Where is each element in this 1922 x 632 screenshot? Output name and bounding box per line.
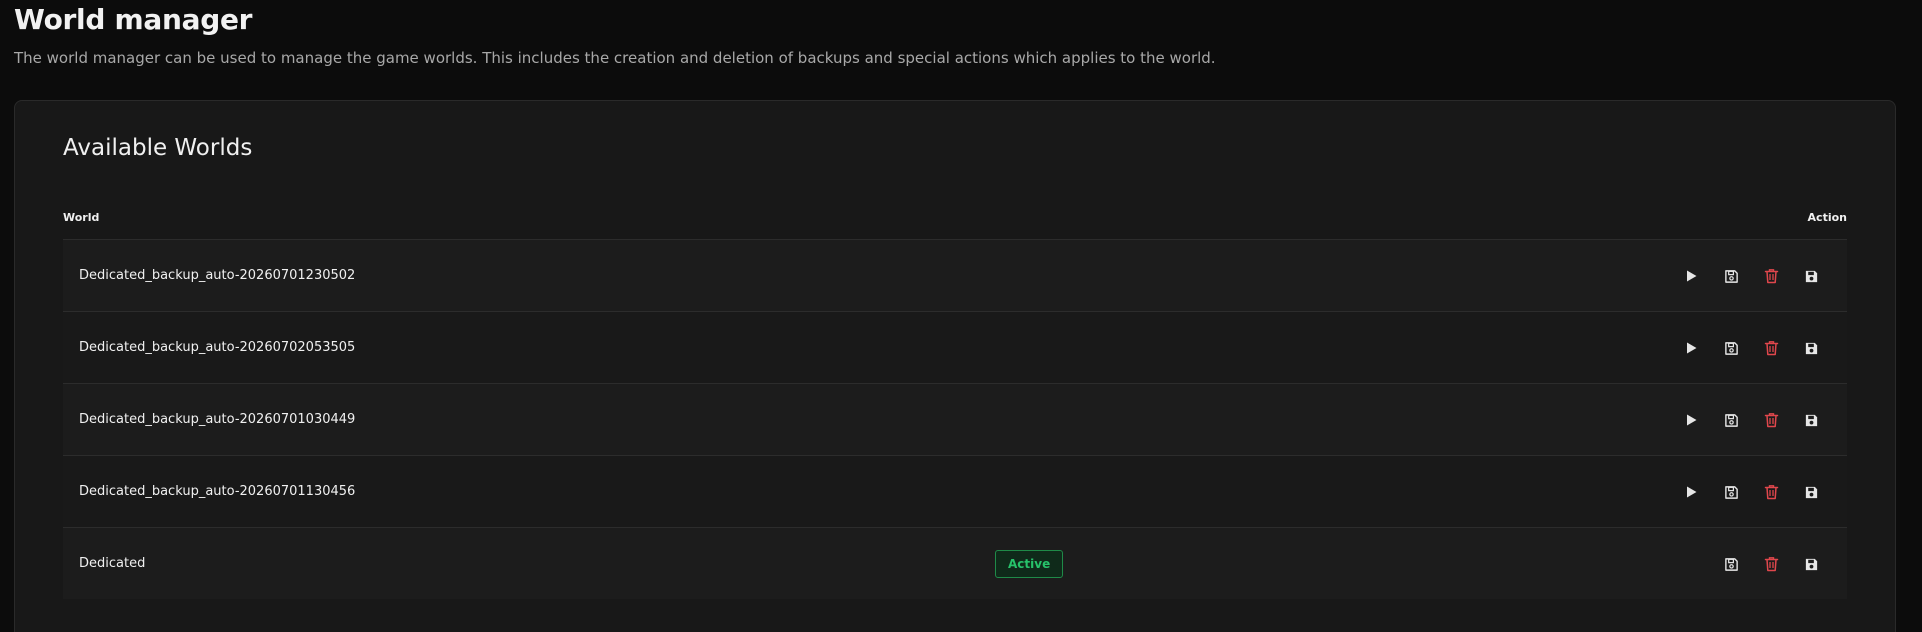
row-actions	[1681, 528, 1821, 600]
worlds-table: World Action Dedicated_backup_auto-20260…	[63, 203, 1847, 599]
save-world-button[interactable]	[1801, 482, 1821, 502]
play-icon	[1687, 486, 1697, 498]
world-name: Dedicated_backup_auto-20260702053505	[79, 340, 356, 355]
delete-world-button[interactable]	[1761, 482, 1781, 502]
create-backup-button[interactable]	[1721, 266, 1741, 286]
world-name: Dedicated_backup_auto-20260701030449	[79, 412, 356, 427]
play-world-button[interactable]	[1681, 410, 1701, 430]
floppy-outline-icon	[1724, 341, 1738, 355]
floppy-solid-icon	[1805, 270, 1817, 282]
floppy-solid-icon	[1805, 558, 1817, 570]
create-backup-button[interactable]	[1721, 410, 1741, 430]
floppy-outline-icon	[1724, 557, 1738, 571]
floppy-solid-icon	[1805, 414, 1817, 426]
create-backup-button[interactable]	[1721, 554, 1741, 574]
trash-icon	[1764, 557, 1778, 572]
table-body: Dedicated_backup_auto-20260701230502 Ded…	[63, 239, 1847, 599]
delete-world-button[interactable]	[1761, 338, 1781, 358]
world-name: Dedicated_backup_auto-20260701230502	[79, 268, 356, 283]
trash-icon	[1764, 269, 1778, 284]
play-world-button[interactable]	[1681, 338, 1701, 358]
page-title: World manager	[14, 3, 253, 36]
column-header-action: Action	[1807, 210, 1847, 224]
available-worlds-card: Available Worlds World Action Dedicated_…	[14, 100, 1896, 632]
delete-world-button[interactable]	[1761, 266, 1781, 286]
table-row: Dedicated_backup_auto-20260702053505	[63, 311, 1847, 383]
floppy-solid-icon	[1805, 342, 1817, 354]
delete-world-button[interactable]	[1761, 554, 1781, 574]
column-header-world: World	[63, 210, 100, 224]
create-backup-button[interactable]	[1721, 338, 1741, 358]
row-actions	[1681, 456, 1821, 528]
world-name: Dedicated	[79, 556, 146, 571]
table-header: World Action	[63, 203, 1847, 239]
play-world-button[interactable]	[1681, 482, 1701, 502]
row-actions	[1681, 384, 1821, 456]
row-actions	[1681, 312, 1821, 384]
table-row: Dedicated_backup_auto-20260701130456	[63, 455, 1847, 527]
trash-icon	[1764, 485, 1778, 500]
save-world-button[interactable]	[1801, 410, 1821, 430]
page-description: The world manager can be used to manage …	[14, 49, 1216, 67]
row-actions	[1681, 240, 1821, 312]
save-world-button[interactable]	[1801, 554, 1821, 574]
floppy-solid-icon	[1805, 486, 1817, 498]
floppy-outline-icon	[1724, 485, 1738, 499]
play-icon	[1687, 342, 1697, 354]
play-icon	[1687, 414, 1697, 426]
delete-world-button[interactable]	[1761, 410, 1781, 430]
table-row: Dedicated_backup_auto-20260701030449	[63, 383, 1847, 455]
save-world-button[interactable]	[1801, 266, 1821, 286]
world-manager-page: World manager The world manager can be u…	[0, 0, 1922, 632]
save-world-button[interactable]	[1801, 338, 1821, 358]
play-world-button[interactable]	[1681, 266, 1701, 286]
trash-icon	[1764, 341, 1778, 356]
play-icon	[1687, 270, 1697, 282]
status-badge: Active	[995, 550, 1064, 578]
create-backup-button[interactable]	[1721, 482, 1741, 502]
floppy-outline-icon	[1724, 413, 1738, 427]
card-title: Available Worlds	[63, 135, 253, 161]
table-row: Dedicated Active	[63, 527, 1847, 599]
floppy-outline-icon	[1724, 269, 1738, 283]
world-name: Dedicated_backup_auto-20260701130456	[79, 484, 356, 499]
table-row: Dedicated_backup_auto-20260701230502	[63, 239, 1847, 311]
trash-icon	[1764, 413, 1778, 428]
